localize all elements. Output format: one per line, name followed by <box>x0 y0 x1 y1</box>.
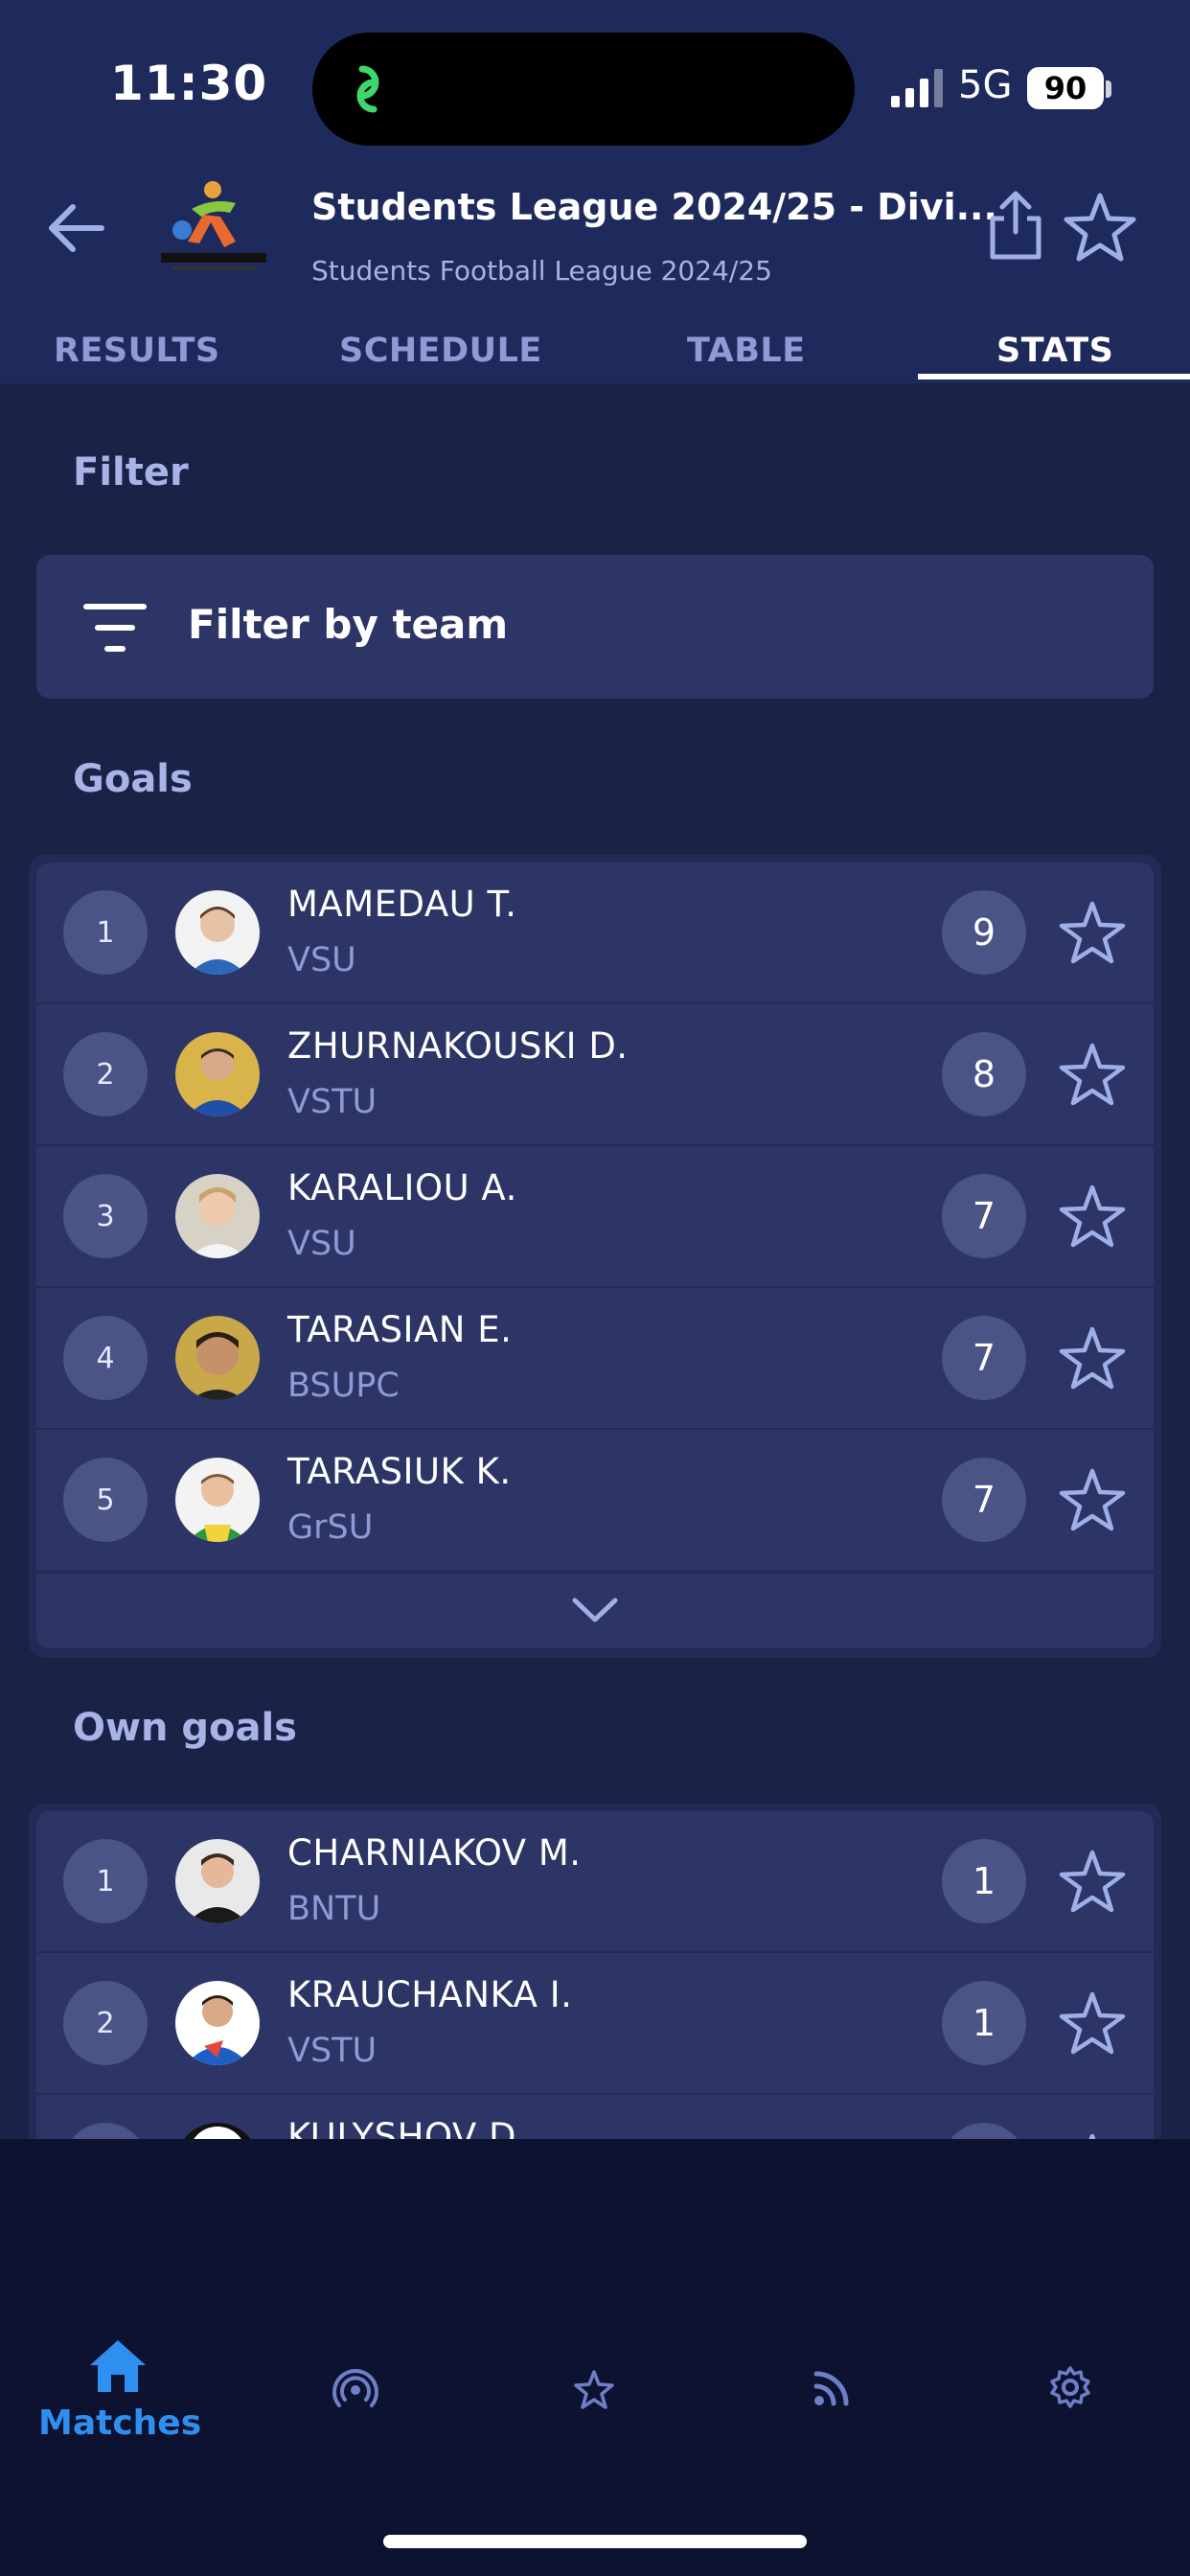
signal-icon <box>891 69 943 107</box>
live-icon[interactable] <box>332 2367 379 2411</box>
avatar <box>175 890 260 975</box>
active-tab-indicator <box>918 374 1190 380</box>
table-row[interactable]: 5 TARASIUK K. GrSU 7 <box>36 1430 1154 1570</box>
home-indicator <box>383 2535 807 2548</box>
own-goal-count: 1 <box>942 1839 1026 1923</box>
league-logo <box>161 181 266 270</box>
star-icon[interactable] <box>1058 1848 1127 1915</box>
network-label: 5G <box>958 63 1013 107</box>
tab-table[interactable]: TABLE <box>687 332 806 370</box>
nav-matches-label[interactable]: Matches <box>38 2404 201 2443</box>
back-arrow-icon[interactable] <box>38 190 115 266</box>
dynamic-island <box>312 33 855 146</box>
player-name: ZHURNAKOUSKI D. <box>287 1025 629 1067</box>
star-icon[interactable] <box>1058 899 1127 966</box>
goal-count: 7 <box>942 1458 1026 1542</box>
table-row[interactable]: 4 TARASIAN E. BSUPC 7 <box>36 1288 1154 1428</box>
player-name: TARASIUK K. <box>287 1451 512 1492</box>
player-team: VSU <box>287 941 356 979</box>
rank-badge: 3 <box>63 1174 148 1258</box>
home-icon[interactable] <box>86 2336 149 2396</box>
player-team: BSUPC <box>287 1367 400 1405</box>
league-subtitle: Students Football League 2024/25 <box>311 255 772 287</box>
share-icon[interactable] <box>979 188 1052 264</box>
star-icon[interactable] <box>1058 1041 1127 1108</box>
battery-tip <box>1106 80 1111 98</box>
tab-stats[interactable]: STATS <box>996 332 1113 370</box>
star-icon[interactable] <box>1058 1183 1127 1250</box>
gear-icon[interactable] <box>1048 2365 1092 2409</box>
table-row[interactable]: 2 ZHURNAKOUSKI D. VSTU 8 <box>36 1004 1154 1144</box>
favorites-star-icon[interactable] <box>573 2369 615 2409</box>
table-row[interactable]: 2 KRAUCHANKA I. VSTU 1 <box>36 1953 1154 2093</box>
star-icon[interactable] <box>1058 1466 1127 1533</box>
player-team: VSU <box>287 1225 356 1263</box>
player-team: VSTU <box>287 2032 378 2070</box>
filter-label: Filter by team <box>188 601 509 648</box>
filter-section-title: Filter <box>73 450 189 494</box>
goal-count: 8 <box>942 1032 1026 1116</box>
filter-by-team-button[interactable]: Filter by team <box>36 555 1154 699</box>
chevron-down-icon <box>572 1598 618 1622</box>
expand-goals-button[interactable] <box>36 1574 1154 1648</box>
avatar <box>175 1839 260 1923</box>
table-row[interactable]: 1 MAMEDAU T. VSU 9 <box>36 862 1154 1002</box>
rss-icon[interactable] <box>812 2369 851 2407</box>
filter-icon <box>83 604 147 652</box>
rank-badge: 2 <box>63 1032 148 1116</box>
star-icon[interactable] <box>1058 1324 1127 1392</box>
rank-badge: 1 <box>63 1839 148 1923</box>
battery-indicator: 90 <box>1027 67 1104 109</box>
player-name: KRAUCHANKA I. <box>287 1974 573 2015</box>
avatar <box>175 1458 260 1542</box>
tab-results[interactable]: RESULTS <box>54 332 220 370</box>
status-time: 11:30 <box>110 56 268 111</box>
player-name: KARALIOU A. <box>287 1167 517 1208</box>
avatar <box>175 1316 260 1400</box>
avatar <box>175 1981 260 2065</box>
goal-count: 9 <box>942 890 1026 975</box>
goals-list: 1 MAMEDAU T. VSU 9 2 ZHURNAKOUSKI D. VST… <box>29 855 1161 1658</box>
avatar <box>175 1174 260 1258</box>
bottom-nav-bar <box>0 2139 1190 2576</box>
player-name: TARASIAN E. <box>287 1309 513 1350</box>
own-goal-count: 1 <box>942 1981 1026 2065</box>
goal-count: 7 <box>942 1316 1026 1400</box>
goal-count: 7 <box>942 1174 1026 1258</box>
goals-section-title: Goals <box>73 757 193 801</box>
player-name: MAMEDAU T. <box>287 884 517 925</box>
link-icon <box>356 65 379 113</box>
player-team: VSTU <box>287 1083 378 1121</box>
rank-badge: 1 <box>63 890 148 975</box>
own-goals-section-title: Own goals <box>73 1706 297 1750</box>
tab-schedule[interactable]: SCHEDULE <box>339 332 542 370</box>
table-row[interactable]: 3 KARALIOU A. VSU 7 <box>36 1146 1154 1286</box>
avatar <box>175 1032 260 1116</box>
star-icon[interactable] <box>1058 1990 1127 2057</box>
player-team: BNTU <box>287 1890 381 1928</box>
rank-badge: 4 <box>63 1316 148 1400</box>
rank-badge: 5 <box>63 1458 148 1542</box>
favorite-star-icon[interactable] <box>1060 188 1140 264</box>
table-row[interactable]: 1 CHARNIAKOV M. BNTU 1 <box>36 1811 1154 1951</box>
league-title: Students League 2024/25 - Divi... <box>311 186 997 228</box>
player-team: GrSU <box>287 1508 374 1547</box>
rank-badge: 2 <box>63 1981 148 2065</box>
player-name: CHARNIAKOV M. <box>287 1832 582 1874</box>
